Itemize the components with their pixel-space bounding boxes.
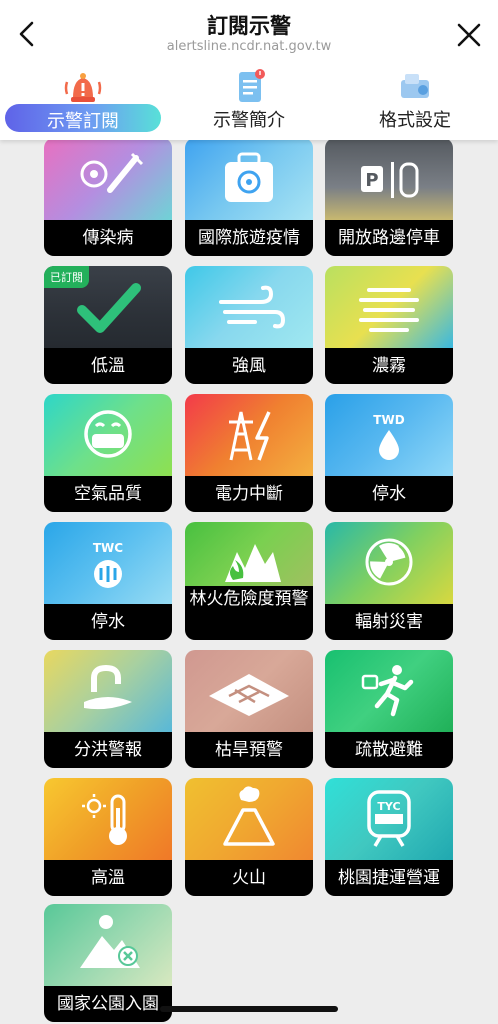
card-infectious-disease[interactable]: 傳染病 — [44, 138, 172, 256]
card-forest-fire[interactable]: 林火危險度預警 — [185, 522, 313, 640]
card-radiation-disaster[interactable]: 輻射災害 — [325, 522, 453, 640]
svg-text:P: P — [365, 170, 378, 191]
card-label: 強風 — [185, 348, 313, 384]
card-label: 高溫 — [44, 860, 172, 896]
header: 訂閱示警 alertsline.ncdr.nat.gov.tw 示警訂閱 示警簡… — [0, 0, 498, 140]
radiation-icon — [365, 538, 413, 586]
card-label: 分洪警報 — [44, 732, 172, 768]
card-label: 傳染病 — [44, 220, 172, 256]
wind-icon — [219, 285, 286, 329]
card-label: 開放路邊停車 — [325, 220, 453, 256]
card-evacuation[interactable]: 疏散避難 — [325, 650, 453, 768]
cracked-ground-icon — [209, 674, 289, 716]
face-mask-icon — [84, 410, 132, 458]
biohazard-luggage-icon — [225, 152, 273, 202]
card-roadside-parking[interactable]: P 開放路邊停車 — [325, 138, 453, 256]
card-power-outage[interactable]: 電力中斷 — [185, 394, 313, 512]
close-icon[interactable] — [454, 20, 484, 50]
virus-syringe-icon — [80, 152, 144, 193]
card-label: 輻射災害 — [325, 604, 453, 640]
page-url: alertsline.ncdr.nat.gov.tw — [166, 39, 332, 54]
card-low-temperature[interactable]: 已訂閱 低溫 — [44, 266, 172, 384]
fog-icon — [359, 288, 419, 332]
water-supplier-tag: TWC — [93, 541, 123, 555]
card-national-park-entry[interactable]: 國家公園入園 — [44, 904, 172, 1022]
card-strong-wind[interactable]: 強風 — [185, 266, 313, 384]
card-label: 枯旱預警 — [185, 732, 313, 768]
water-company-icon: TWC — [93, 541, 123, 588]
card-water-outage-twd[interactable]: TWD 停水 — [325, 394, 453, 512]
evacuation-run-icon — [361, 665, 414, 717]
metro-tag: TYC — [377, 800, 400, 813]
card-label: 低溫 — [44, 348, 172, 384]
power-tower-icon — [229, 411, 271, 461]
metro-train-icon: TYC — [367, 790, 411, 847]
document-icon — [239, 69, 265, 102]
flood-channel-icon — [84, 664, 132, 710]
water-drop-icon: TWD — [373, 413, 405, 460]
card-water-outage-twc[interactable]: TWC 停水 — [44, 522, 172, 640]
forest-fire-icon — [225, 544, 281, 582]
thermometer-sun-icon — [82, 794, 127, 845]
tab-subscribe[interactable]: 示警訂閱 — [0, 68, 166, 132]
tab-intro[interactable]: 示警簡介 — [166, 68, 332, 132]
tab-label: 示警簡介 — [213, 110, 285, 131]
card-label: 空氣品質 — [44, 476, 172, 512]
settings-icon — [401, 74, 429, 98]
home-indicator[interactable] — [160, 1006, 338, 1012]
card-dense-fog[interactable]: 濃霧 — [325, 266, 453, 384]
card-drought-warning[interactable]: 枯旱預警 — [185, 650, 313, 768]
card-label: 林火危險度預警 — [185, 586, 313, 640]
card-label: 國家公園入園 — [44, 986, 172, 1022]
card-flood-diversion[interactable]: 分洪警報 — [44, 650, 172, 768]
card-label: 停水 — [325, 476, 453, 512]
card-label: 疏散避難 — [325, 732, 453, 768]
parking-car-icon: P — [361, 162, 419, 198]
subscribed-badge: 已訂閱 — [44, 266, 89, 288]
volcano-icon — [223, 786, 275, 846]
card-label: 濃霧 — [325, 348, 453, 384]
tab-label: 示警訂閱 — [47, 111, 119, 132]
card-label: 火山 — [185, 860, 313, 896]
tab-format-settings[interactable]: 格式設定 — [332, 68, 498, 132]
alarm-bell-icon — [64, 73, 102, 102]
card-label: 停水 — [44, 604, 172, 640]
card-label: 國際旅遊疫情 — [185, 220, 313, 256]
card-label: 電力中斷 — [185, 476, 313, 512]
card-high-temperature[interactable]: 高溫 — [44, 778, 172, 896]
card-volcano[interactable]: 火山 — [185, 778, 313, 896]
card-taoyuan-metro[interactable]: TYC 桃園捷運營運 — [325, 778, 453, 896]
water-supplier-tag: TWD — [373, 413, 404, 427]
card-label: 桃園捷運營運 — [325, 860, 453, 896]
card-international-travel[interactable]: 國際旅遊疫情 — [185, 138, 313, 256]
tab-label: 格式設定 — [379, 110, 451, 131]
mountain-park-icon — [80, 915, 140, 968]
card-air-quality[interactable]: 空氣品質 — [44, 394, 172, 512]
page-title: 訂閱示警 — [207, 14, 291, 38]
